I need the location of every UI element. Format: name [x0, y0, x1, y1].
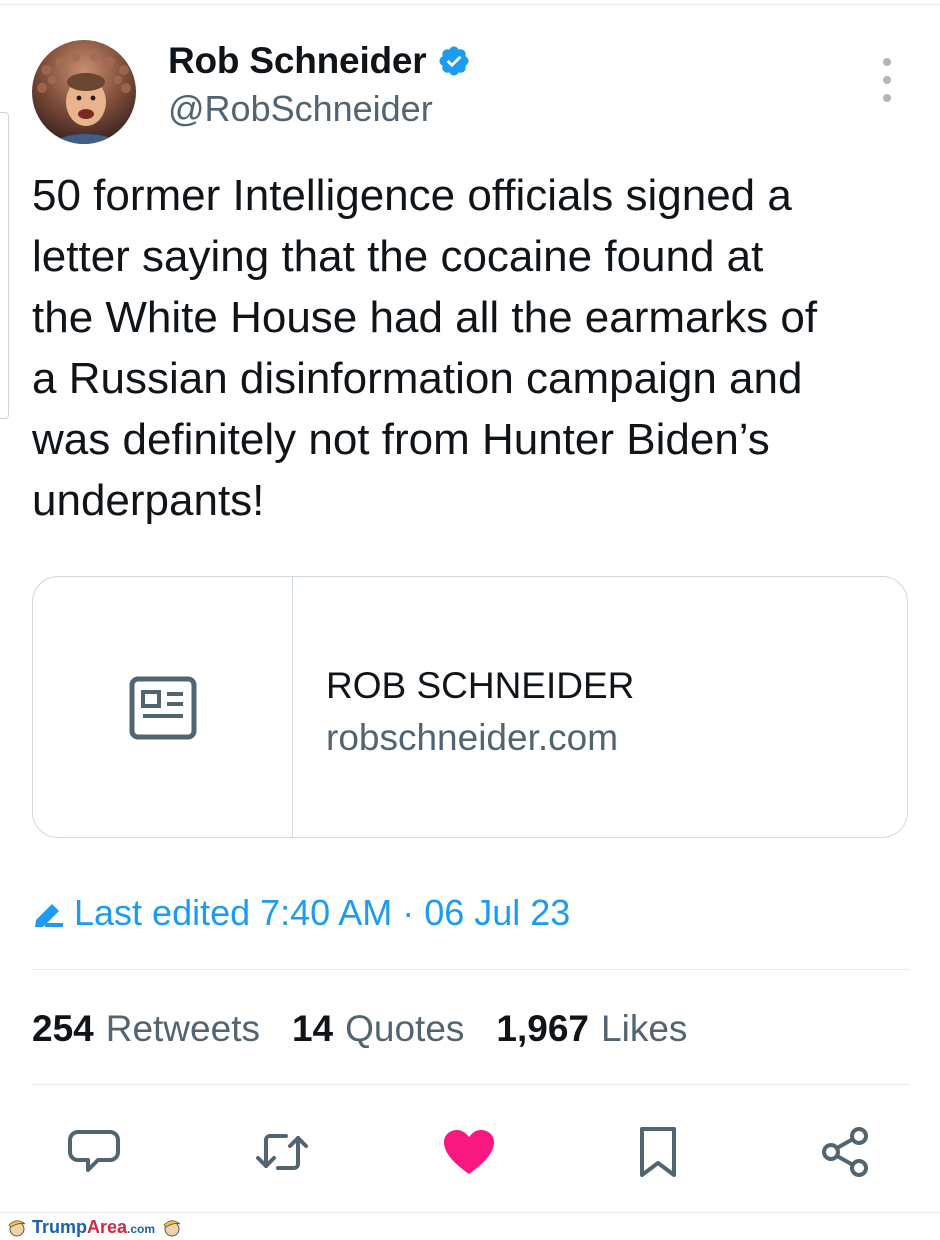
- engagement-stats: 254 Retweets 14 Quotes 1,967 Likes: [32, 1008, 719, 1050]
- pencil-icon: [35, 904, 63, 927]
- author-name-row: Rob Schneider: [168, 40, 471, 82]
- watermark-brand-part1: Trump: [32, 1216, 88, 1237]
- tweet-text-line: underpants!: [32, 476, 265, 525]
- watermark: TrumpArea.com: [6, 1216, 183, 1238]
- edit-timestamp: Last edited 7:40 AM · 06 Jul 23: [74, 892, 571, 933]
- more-dot-icon: [883, 76, 891, 84]
- watermark-text: TrumpArea.com: [32, 1217, 155, 1238]
- display-name[interactable]: Rob Schneider: [168, 40, 427, 82]
- tweet-text-line: 50 former Intelligence officials signed …: [32, 171, 792, 220]
- reply-button[interactable]: [66, 1124, 122, 1180]
- link-card-domain: robschneider.com: [326, 717, 619, 758]
- watermark-brand-part2: Area: [87, 1216, 128, 1237]
- top-divider: [0, 4, 940, 5]
- quotes-count: 14: [291, 1008, 334, 1049]
- quotes-stat[interactable]: 14 Quotes: [292, 1008, 464, 1050]
- tweet-text-line: was definitely not from Hunter Biden’s: [32, 415, 770, 464]
- tweet-text-line: letter saying that the cocaine found at: [32, 232, 764, 281]
- bookmark-button[interactable]: [630, 1124, 686, 1180]
- retweet-icon: [256, 1134, 308, 1170]
- divider: [0, 1212, 940, 1213]
- edit-history-link[interactable]: Last edited 7:40 AM · 06 Jul 23: [32, 892, 570, 934]
- likes-label: Likes: [601, 1008, 688, 1049]
- author-handle[interactable]: @RobSchneider: [168, 88, 433, 130]
- avatar[interactable]: [32, 40, 136, 144]
- more-dot-icon: [883, 58, 891, 66]
- tweet-text: 50 former Intelligence officials signed …: [32, 165, 912, 531]
- scroll-edge: [0, 112, 9, 419]
- watermark-suffix: .com: [127, 1221, 156, 1236]
- link-card-title: ROB SCHNEIDER: [326, 665, 635, 706]
- tweet-text-line: a Russian disinformation campaign and: [32, 354, 803, 403]
- like-button[interactable]: [441, 1124, 497, 1180]
- watermark-logo-icon: [163, 1220, 181, 1237]
- link-card[interactable]: ROB SCHNEIDER robschneider.com: [32, 576, 908, 838]
- watermark-logo-icon: [8, 1220, 26, 1237]
- link-card-thumbnail: [33, 577, 293, 837]
- likes-stat[interactable]: 1,967 Likes: [496, 1008, 687, 1050]
- verified-badge-icon: [438, 46, 469, 76]
- retweets-count: 254: [32, 1008, 94, 1049]
- heart-icon: [444, 1130, 494, 1174]
- divider: [32, 1084, 910, 1085]
- retweets-label: Retweets: [105, 1008, 260, 1049]
- quotes-label: Quotes: [345, 1008, 465, 1049]
- tweet-text-line: the White House had all the earmarks of: [32, 293, 818, 342]
- more-options-button[interactable]: [872, 58, 902, 102]
- retweet-button[interactable]: [254, 1124, 310, 1180]
- more-dot-icon: [883, 94, 891, 102]
- article-icon: [129, 676, 197, 740]
- bookmark-icon: [640, 1127, 676, 1177]
- reply-icon: [68, 1130, 120, 1172]
- retweets-stat[interactable]: 254 Retweets: [32, 1008, 260, 1050]
- likes-count: 1,967: [496, 1008, 590, 1049]
- divider: [32, 969, 910, 970]
- share-button[interactable]: [817, 1124, 873, 1180]
- share-icon: [822, 1127, 868, 1177]
